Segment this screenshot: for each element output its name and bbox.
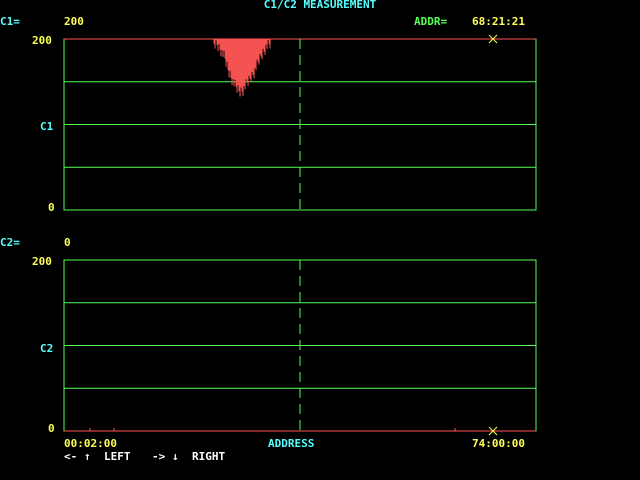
c1-signal xyxy=(213,39,271,97)
c1-plot xyxy=(63,34,537,436)
c2-cursor xyxy=(299,260,498,436)
c1-cursor xyxy=(299,34,498,210)
